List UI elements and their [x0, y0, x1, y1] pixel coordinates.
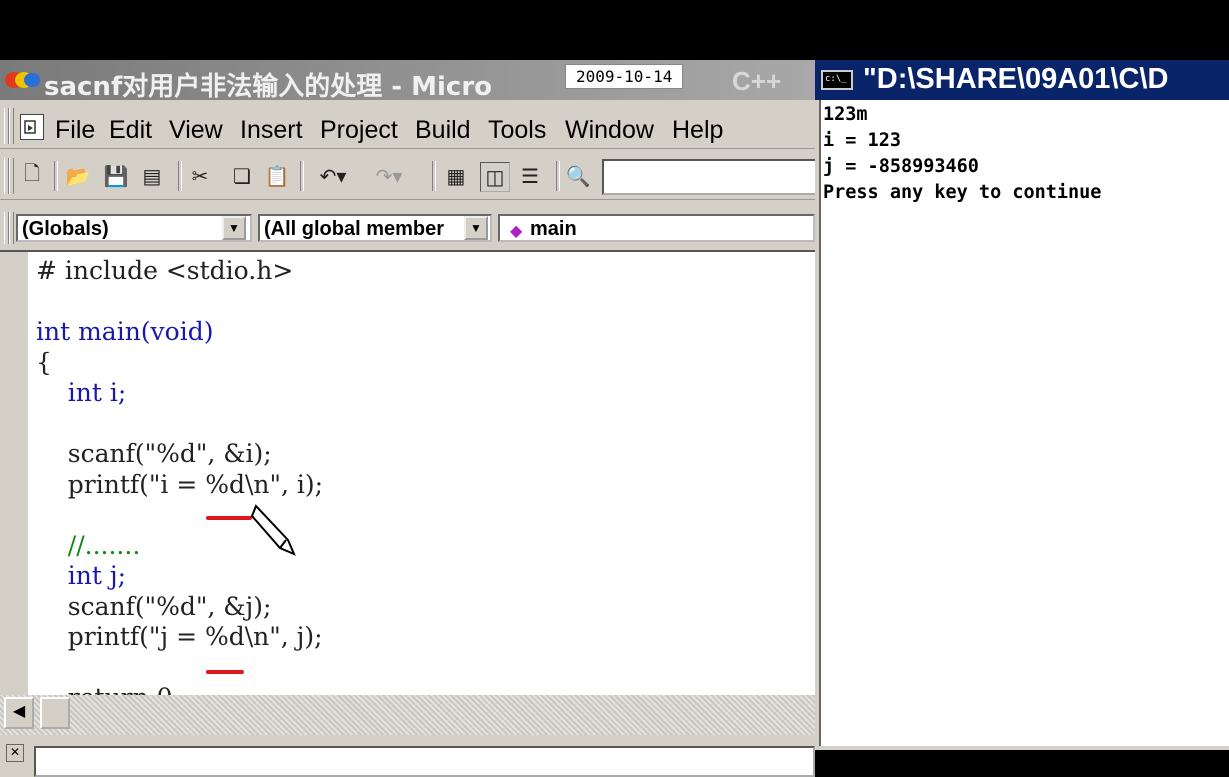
toolbar-separator — [178, 161, 182, 191]
menubar-grip-2[interactable] — [9, 108, 14, 144]
console-line: i = 123 — [823, 130, 901, 151]
toolbar-separator — [432, 161, 436, 191]
console-line: j = -858993460 — [823, 156, 979, 177]
code-line: printf("i = %d\n", i); — [36, 469, 324, 499]
console-line: 123m — [823, 104, 868, 125]
console-output[interactable]: 123m i = 123 j = -858993460 Press any ke… — [819, 100, 1229, 746]
console-title-bar[interactable]: c:\_ "D:\SHARE\09A01\C\D — [815, 60, 1229, 100]
console-window: c:\_ "D:\SHARE\09A01\C\D 123m i = 123 j … — [815, 60, 1229, 750]
class-combo[interactable]: (Globals) — [16, 214, 252, 242]
code-line: int main(void) — [36, 317, 214, 346]
standard-toolbar: 🗋 📂 💾 ▤ ✂ ❏ 📋 ↶▾ ↷▾ ▦ ◫ ☰ 🔍 — [0, 153, 819, 200]
save-icon[interactable]: 💾 — [102, 162, 130, 190]
menu-tools[interactable]: Tools — [488, 116, 546, 145]
open-icon[interactable]: 📂 — [64, 162, 92, 190]
new-text-file-icon[interactable]: 🗋 — [18, 162, 46, 190]
function-diamond-icon: ◆ — [510, 223, 523, 240]
function-combo[interactable]: main — [498, 214, 815, 242]
workspace-icon[interactable]: ▦ — [442, 162, 470, 190]
code-line: //....... — [36, 530, 141, 560]
code-line: int j; — [36, 561, 127, 590]
editor-gutter — [0, 252, 28, 697]
code-line: printf("j = %d\n", j); — [36, 622, 323, 651]
annotation-underline — [206, 516, 252, 520]
ide-title-tail: C++ — [732, 66, 782, 96]
code-line: scanf("%d", &j); — [36, 591, 272, 621]
undo-icon[interactable]: ↶▾ — [310, 162, 356, 190]
document-icon[interactable] — [20, 114, 44, 140]
window-list-icon[interactable]: ☰ — [516, 162, 544, 190]
cut-icon[interactable]: ✂ — [186, 162, 214, 190]
copy-icon[interactable]: ❏ — [228, 162, 256, 190]
ide-title: sacnf对用户非法输入的处理 - Micro — [44, 72, 493, 102]
code-line: scanf("%d", &i); — [36, 439, 272, 468]
menu-view[interactable]: View — [169, 116, 223, 145]
toolbar-separator — [556, 161, 560, 191]
scroll-thumb[interactable] — [40, 697, 70, 729]
members-combo-arrow-icon[interactable]: ▼ — [464, 216, 488, 240]
code-line: int i; — [36, 378, 127, 407]
code-editor[interactable]: # include <stdio.h> int main(void) { int… — [0, 250, 815, 697]
wizardbar-grip-2[interactable] — [9, 212, 14, 244]
scroll-left-icon[interactable]: ◀ — [4, 697, 34, 729]
menu-edit[interactable]: Edit — [109, 116, 152, 145]
members-combo[interactable]: (All global member — [258, 214, 492, 242]
ide-window: sacnf对用户非法输入的处理 - Micro 2009-10-14 C++ F… — [0, 60, 819, 777]
menu-build[interactable]: Build — [415, 116, 471, 145]
wizardbar: (Globals) ▼ (All global member ▼ main ◆ — [0, 208, 815, 248]
console-icon: c:\_ — [821, 70, 853, 90]
code-line: { — [36, 347, 52, 377]
class-combo-arrow-icon[interactable]: ▼ — [222, 216, 246, 240]
output-area[interactable] — [34, 746, 815, 777]
output-window-icon[interactable]: ◫ — [480, 162, 510, 192]
horizontal-scrollbar[interactable]: ◀ — [0, 695, 815, 735]
toolbar-separator — [300, 161, 304, 191]
menu-help[interactable]: Help — [672, 116, 723, 145]
annotation-underline — [206, 670, 244, 674]
save-all-icon[interactable]: ▤ — [138, 162, 166, 190]
source-code[interactable]: # include <stdio.h> int main(void) { int… — [36, 256, 323, 697]
console-line: Press any key to continue — [823, 182, 1102, 203]
paste-icon[interactable]: 📋 — [263, 162, 291, 190]
find-in-files-icon[interactable]: 🔍 — [564, 162, 592, 190]
close-icon[interactable]: ✕ — [6, 744, 24, 762]
redo-icon[interactable]: ↷▾ — [366, 162, 412, 190]
code-line: # include <stdio.h> — [36, 256, 294, 285]
menu-file[interactable]: File — [55, 116, 95, 145]
find-combo[interactable] — [602, 159, 819, 195]
pen-cursor-icon — [250, 504, 296, 556]
toolbar-separator — [54, 161, 58, 191]
output-pane: ✕ — [0, 740, 815, 777]
toolbar-grip-2[interactable] — [9, 158, 14, 194]
ide-title-bar[interactable]: sacnf对用户非法输入的处理 - Micro 2009-10-14 C++ — [0, 60, 815, 102]
menu-project[interactable]: Project — [320, 116, 398, 145]
menu-insert[interactable]: Insert — [240, 116, 303, 145]
visual-cpp-icon — [5, 72, 40, 88]
desktop-background — [815, 750, 1229, 777]
menu-bar: File Edit View Insert Project Build Tool… — [0, 104, 815, 149]
console-title: "D:\SHARE\09A01\C\D — [863, 63, 1169, 95]
menu-window[interactable]: Window — [565, 116, 654, 145]
date-overlay: 2009-10-14 — [565, 64, 684, 89]
